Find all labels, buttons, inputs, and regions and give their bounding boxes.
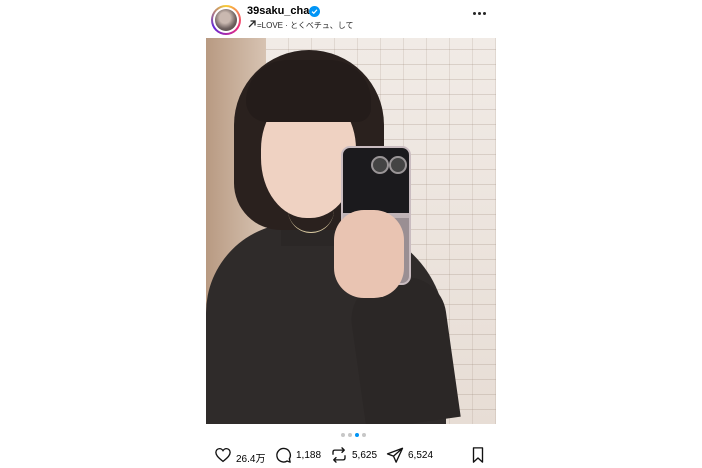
music-label[interactable]: =LOVE · とくべチュ、して (257, 20, 353, 31)
send-icon[interactable] (386, 446, 404, 464)
image-phone-camera (371, 156, 389, 174)
carousel-dot-active (355, 433, 359, 437)
carousel-dot (362, 433, 366, 437)
carousel-dot (341, 433, 345, 437)
heart-icon[interactable] (214, 446, 232, 464)
username[interactable]: 39saku_chan (247, 5, 316, 17)
avatar[interactable] (211, 5, 241, 35)
post-image[interactable] (206, 38, 496, 424)
arrow-up-right-icon (248, 20, 256, 28)
repost-icon[interactable] (330, 446, 348, 464)
comment-count: 1,188 (296, 450, 322, 461)
carousel-dot (348, 433, 352, 437)
carousel-indicator (341, 433, 371, 439)
bookmark-icon[interactable] (470, 446, 486, 464)
avatar-image (215, 9, 237, 31)
share-count: 6,524 (408, 450, 434, 461)
image-figure-fringe (246, 60, 371, 122)
repost-count: 5,625 (352, 450, 378, 461)
action-bar: 26.4万 1,188 5,625 6,524 (214, 444, 496, 466)
image-figure-hand (334, 210, 404, 298)
like-count: 26.4万 (236, 454, 266, 465)
verified-badge-icon (309, 6, 320, 17)
post-header: 39saku_chan =LOVE · とくべチュ、して (205, 0, 497, 38)
more-dots-icon[interactable] (473, 12, 487, 18)
image-phone-camera (389, 156, 407, 174)
comment-icon[interactable] (274, 446, 292, 464)
